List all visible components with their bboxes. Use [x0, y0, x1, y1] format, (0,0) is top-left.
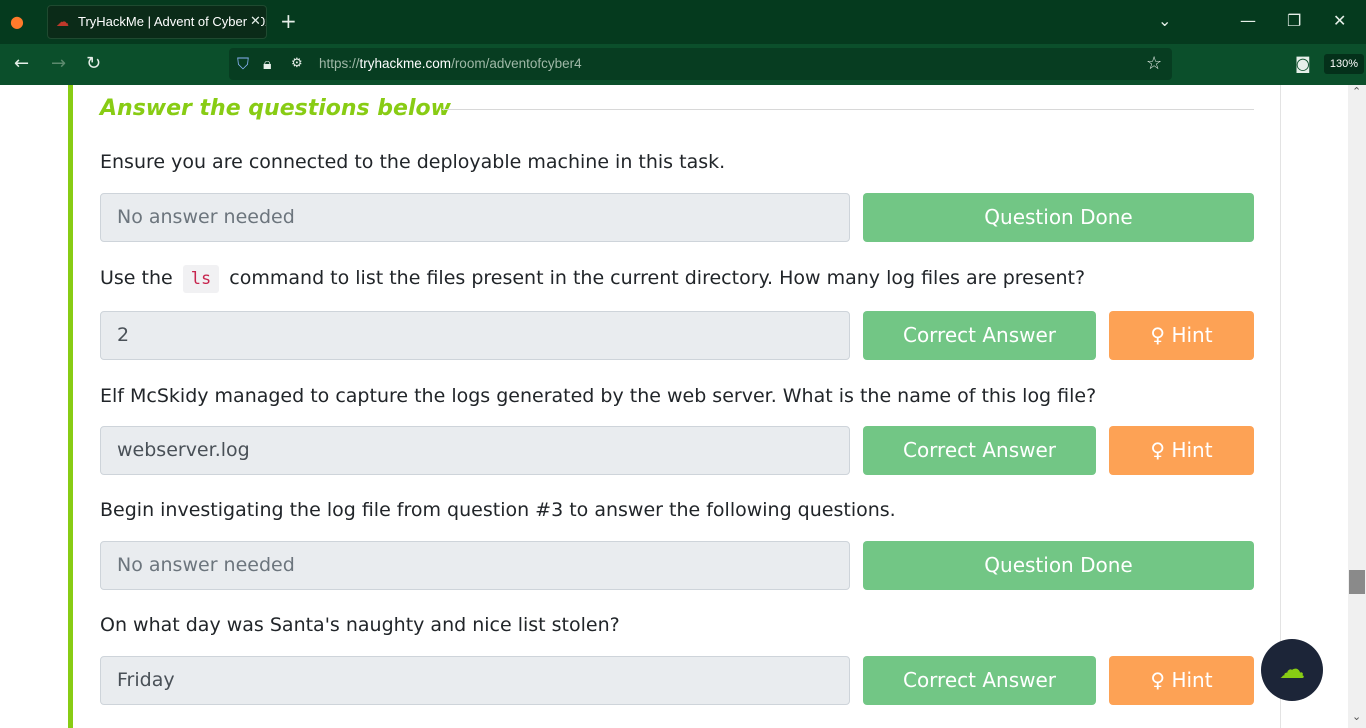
answer-4-input[interactable]: No answer needed	[100, 541, 850, 590]
scroll-down-icon[interactable]: ⌄	[1352, 710, 1361, 723]
question-done-button[interactable]: Question Done	[863, 193, 1254, 242]
tab-title: TryHackMe | Advent of Cyber 2022	[78, 14, 267, 29]
bookmark-star-icon[interactable]: ☆	[1146, 54, 1162, 74]
question-3-text: Elf McSkidy managed to capture the logs …	[100, 385, 1097, 407]
back-icon[interactable]: ←	[14, 54, 29, 74]
shield-icon[interactable]: ⛉	[237, 54, 249, 74]
correct-answer-button[interactable]: Correct Answer	[863, 426, 1096, 475]
section-title: Answer the questions below	[100, 96, 451, 121]
minimize-icon[interactable]: —	[1240, 11, 1256, 31]
zoom-level[interactable]: 130%	[1324, 54, 1364, 74]
new-tab-icon[interactable]: +	[280, 11, 297, 31]
firefox-logo-icon: ●	[10, 12, 24, 31]
page-content: Answer the questions below Ensure you ar…	[0, 85, 1348, 728]
scrollbar[interactable]: ⌃ ⌄	[1348, 85, 1366, 728]
close-tab-icon[interactable]: ✕	[250, 12, 261, 32]
tryhackme-favicon-icon: ☁	[56, 14, 69, 29]
restore-icon[interactable]: ❐	[1287, 11, 1301, 31]
question-4-text: Begin investigating the log file from qu…	[100, 499, 896, 521]
close-window-icon[interactable]: ✕	[1333, 11, 1346, 31]
forward-icon[interactable]: →	[51, 54, 66, 74]
hint-button[interactable]: ♀︎ Hint	[1109, 656, 1254, 705]
reload-icon[interactable]: ↻	[86, 54, 101, 74]
hint-button[interactable]: ♀︎ Hint	[1109, 426, 1254, 475]
lightbulb-icon: ♀︎	[1150, 668, 1166, 692]
permissions-icon[interactable]: ⚙	[291, 54, 303, 74]
content-divider	[1280, 85, 1281, 728]
correct-answer-button[interactable]: Correct Answer	[863, 311, 1096, 360]
inline-code: ls	[182, 265, 220, 293]
answer-1-input[interactable]: No answer needed	[100, 193, 850, 242]
chat-support-button[interactable]: ☁	[1261, 639, 1323, 701]
browser-titlebar: ● ☁ TryHackMe | Advent of Cyber 2022 ✕ +…	[0, 0, 1366, 44]
pocket-icon[interactable]: ◙	[1295, 54, 1311, 74]
address-bar[interactable]: ⛉ 🔒︎ ⚙ https://tryhackme.com/room/advent…	[229, 48, 1364, 80]
question-5-text: On what day was Santa's naughty and nice…	[100, 614, 620, 636]
answer-3-input[interactable]: webserver.log	[100, 426, 850, 475]
lightbulb-icon: ♀︎	[1150, 323, 1166, 347]
list-tabs-chevron-down-icon[interactable]: ⌄	[1158, 11, 1171, 31]
divider	[442, 109, 1254, 110]
browser-tab[interactable]: ☁ TryHackMe | Advent of Cyber 2022	[47, 5, 267, 39]
task-accent-bar	[68, 85, 73, 728]
correct-answer-button[interactable]: Correct Answer	[863, 656, 1096, 705]
question-done-button[interactable]: Question Done	[863, 541, 1254, 590]
url-text: https://tryhackme.com/room/adventofcyber…	[319, 56, 582, 71]
lightbulb-icon: ♀︎	[1150, 438, 1166, 462]
scrollbar-thumb[interactable]	[1349, 570, 1365, 594]
hint-button[interactable]: ♀︎ Hint	[1109, 311, 1254, 360]
answer-5-input[interactable]: Friday	[100, 656, 850, 705]
question-1-text: Ensure you are connected to the deployab…	[100, 151, 726, 173]
answer-2-input[interactable]: 2	[100, 311, 850, 360]
lock-icon[interactable]: 🔒︎	[263, 54, 272, 74]
question-2-text: Use the ls command to list the files pre…	[100, 265, 1085, 293]
scroll-up-icon[interactable]: ⌃	[1352, 85, 1361, 98]
chat-cloud-icon: ☁	[1279, 655, 1305, 685]
